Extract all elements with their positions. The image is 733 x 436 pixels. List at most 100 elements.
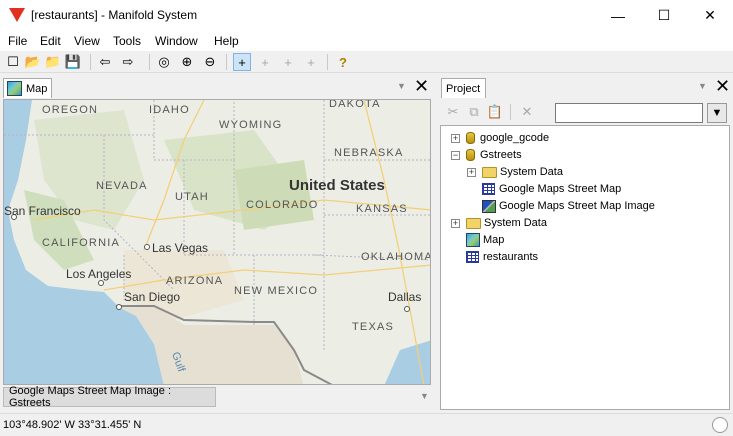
project-search-input[interactable] bbox=[555, 103, 703, 123]
tree-item[interactable]: Map bbox=[466, 232, 504, 248]
tree-item-label: restaurants bbox=[483, 251, 539, 263]
close-icon[interactable]: ✕ bbox=[414, 76, 429, 97]
image-icon bbox=[482, 199, 496, 213]
progress-indicator-icon bbox=[712, 417, 728, 433]
tree-item-label: System Data bbox=[500, 166, 563, 178]
expand-icon[interactable]: + bbox=[451, 133, 460, 143]
tree-item[interactable]: + System Data bbox=[467, 164, 563, 180]
tree-item[interactable]: Google Maps Street Map Image bbox=[482, 198, 655, 214]
map-city-san-francisco: San Francisco bbox=[4, 204, 81, 218]
open-icon[interactable]: 📂 bbox=[24, 53, 42, 71]
menu-file[interactable]: File bbox=[8, 34, 27, 48]
tree-item[interactable]: + google_gcode bbox=[451, 130, 549, 146]
tree-item[interactable]: − Gstreets bbox=[451, 147, 522, 163]
menu-tools[interactable]: Tools bbox=[113, 34, 141, 48]
map-label-kansas: KANSAS bbox=[356, 203, 408, 215]
zoom-out-icon[interactable]: ⊖ bbox=[201, 53, 219, 71]
add-line-icon[interactable]: + bbox=[279, 53, 297, 71]
forward-icon[interactable]: ⇨ bbox=[119, 53, 137, 71]
layer-tab-strip bbox=[216, 387, 431, 407]
copy-icon[interactable]: ⧉ bbox=[465, 103, 483, 121]
chevron-down-icon[interactable]: ▼ bbox=[698, 81, 707, 91]
table-icon bbox=[466, 251, 479, 263]
main-toolbar: ☐ 📂 📁 💾 ⇦ ⇨ ◎ ⊕ ⊖ + + + + ? bbox=[0, 51, 733, 73]
map-city-los-angeles: Los Angeles bbox=[66, 267, 132, 281]
add-point-icon[interactable]: + bbox=[256, 53, 274, 71]
expand-icon[interactable]: + bbox=[451, 218, 460, 228]
tree-item-label: System Data bbox=[484, 217, 547, 229]
table-icon bbox=[482, 183, 495, 195]
tree-item[interactable]: Google Maps Street Map bbox=[482, 181, 621, 197]
tree-item-label: google_gcode bbox=[480, 132, 550, 144]
menu-view[interactable]: View bbox=[74, 34, 100, 48]
map-pane-tabbar: Map ▼ ✕ bbox=[0, 76, 434, 98]
add-area-icon[interactable]: + bbox=[302, 53, 320, 71]
map-label-idaho: IDAHO bbox=[149, 104, 190, 116]
chevron-down-icon[interactable]: ▼ bbox=[397, 81, 406, 91]
map-city-dallas: Dallas bbox=[388, 290, 422, 304]
map-label-nevada: NEVADA bbox=[96, 180, 148, 192]
close-button[interactable]: ✕ bbox=[687, 0, 733, 31]
map-label-united-states: United States bbox=[289, 177, 385, 194]
map-label-california: CALIFORNIA bbox=[42, 237, 121, 249]
map-label-dakota: DAKOTA bbox=[329, 99, 381, 110]
database-icon bbox=[466, 132, 475, 144]
map-label-nebraska: NEBRASKA bbox=[334, 147, 404, 159]
toolbar-separator bbox=[226, 54, 227, 70]
chevron-down-icon[interactable]: ▼ bbox=[420, 391, 429, 401]
manifold-app-icon bbox=[9, 8, 25, 22]
toolbar-separator bbox=[327, 54, 328, 70]
delete-icon[interactable]: ✕ bbox=[518, 103, 536, 121]
toolbar-separator bbox=[90, 54, 91, 70]
map-label-oregon: OREGON bbox=[42, 104, 99, 116]
tab-map[interactable]: Map bbox=[3, 78, 52, 98]
back-icon[interactable]: ⇦ bbox=[96, 53, 114, 71]
map-label-colorado: COLORADO bbox=[246, 199, 319, 211]
help-icon[interactable]: ? bbox=[334, 53, 352, 71]
zoom-in-icon[interactable]: ⊕ bbox=[178, 53, 196, 71]
collapse-icon[interactable]: − bbox=[451, 150, 460, 160]
map-city-san-diego: San Diego bbox=[124, 290, 181, 304]
maximize-button[interactable]: ☐ bbox=[641, 0, 687, 31]
map-label-wyoming: WYOMING bbox=[219, 119, 283, 131]
layer-tab[interactable]: Google Maps Street Map Image : Gstreets bbox=[3, 385, 216, 409]
expand-icon[interactable]: + bbox=[467, 167, 476, 177]
menu-help[interactable]: Help bbox=[214, 34, 239, 48]
tab-project[interactable]: Project bbox=[441, 78, 486, 98]
folder-icon bbox=[482, 166, 497, 178]
map-canvas[interactable]: OREGON IDAHO DAKOTA WYOMING NEBRASKA NEV… bbox=[3, 99, 431, 385]
zoom-fit-icon[interactable]: ◎ bbox=[155, 53, 173, 71]
window-title: [restaurants] - Manifold System bbox=[31, 8, 198, 22]
pointer-crosshair-icon[interactable]: + bbox=[233, 53, 251, 71]
status-bar: 103°48.902' W 33°31.455' N bbox=[0, 413, 733, 436]
tree-item[interactable]: + System Data bbox=[451, 215, 547, 231]
toolbar-separator bbox=[510, 104, 511, 120]
toolbar-separator bbox=[149, 54, 150, 70]
save-icon[interactable]: 💾 bbox=[64, 53, 82, 71]
tab-map-label: Map bbox=[26, 82, 48, 95]
cut-icon[interactable]: ✂ bbox=[444, 103, 462, 121]
tree-item[interactable]: restaurants bbox=[466, 249, 538, 265]
project-pane-tabbar: Project ▼ ✕ bbox=[438, 76, 733, 98]
map-city-las-vegas: Las Vegas bbox=[152, 241, 209, 255]
project-toolbar: ✂ ⧉ 📋 ✕ ▼ bbox=[438, 100, 733, 124]
tree-item-label: Map bbox=[483, 234, 505, 246]
new-icon[interactable]: ☐ bbox=[4, 53, 22, 71]
menu-bar: File Edit View Tools Window Help bbox=[0, 31, 733, 51]
close-icon[interactable]: ✕ bbox=[715, 76, 730, 97]
tree-item-label: Google Maps Street Map bbox=[499, 183, 622, 195]
menu-edit[interactable]: Edit bbox=[40, 34, 61, 48]
filter-icon[interactable]: ▼ bbox=[707, 103, 727, 123]
open-folder-icon[interactable]: 📁 bbox=[44, 53, 62, 71]
map-label-texas: TEXAS bbox=[352, 321, 395, 333]
minimize-button[interactable]: — bbox=[595, 0, 641, 31]
map-label-utah: UTAH bbox=[175, 191, 209, 203]
map-label-oklahoma: OKLAHOMA bbox=[361, 251, 431, 263]
title-bar: [restaurants] - Manifold System — ☐ ✕ bbox=[0, 0, 733, 31]
map-icon bbox=[7, 81, 22, 96]
paste-icon[interactable]: 📋 bbox=[486, 103, 504, 121]
database-icon bbox=[466, 149, 475, 161]
map-label-arizona: ARIZONA bbox=[166, 275, 224, 287]
menu-window[interactable]: Window bbox=[155, 34, 198, 48]
map-icon bbox=[466, 233, 480, 247]
